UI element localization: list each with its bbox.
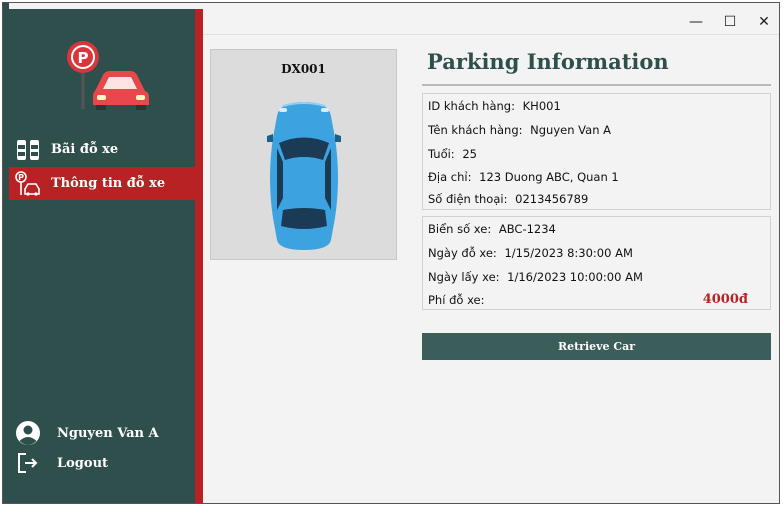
minimize-button[interactable]: — (679, 9, 713, 35)
customer-info-panel: ID khách hàng: KH001 Tên khách hàng: Ngu… (422, 93, 771, 210)
pickup-date-value: 1/16/2023 10:00:00 AM (507, 270, 643, 284)
customer-address-row: Địa chỉ: 123 Duong ABC, Quan 1 (428, 170, 619, 184)
main-content: DX001 Parking Information ID khách hàng:… (203, 35, 779, 503)
parking-info-panel: Biển số xe: ABC-1234 Ngày đỗ xe: 1/15/20… (422, 216, 771, 310)
sidebar: P Bãi đỗ xe P Thông tin đỗ xe Nguyen Van… (9, 9, 195, 503)
logout-button[interactable]: Logout (13, 449, 193, 477)
plate-row: Biển số xe: ABC-1234 (428, 222, 556, 236)
title-divider (422, 84, 771, 86)
page-title: Parking Information (427, 49, 669, 74)
svg-text:P: P (18, 173, 24, 182)
fee-label: Phí đỗ xe: (428, 293, 485, 307)
customer-id-value: KH001 (522, 99, 561, 113)
park-date-row: Ngày đỗ xe: 1/15/2023 8:30:00 AM (428, 246, 633, 260)
park-date-value: 1/15/2023 8:30:00 AM (504, 246, 633, 260)
car-id: DX001 (281, 62, 326, 76)
customer-age-value: 25 (462, 147, 477, 161)
svg-text:P: P (78, 49, 89, 67)
customer-address-label: Địa chỉ: (428, 170, 472, 184)
customer-address-value: 123 Duong ABC, Quan 1 (479, 170, 619, 184)
sidebar-item-label: Thông tin đỗ xe (51, 176, 166, 191)
user-avatar-icon (13, 419, 43, 447)
customer-age-row: Tuổi: 25 (428, 147, 477, 161)
sidebar-item-label: Bãi đỗ xe (51, 142, 119, 157)
pickup-date-label: Ngày lấy xe: (428, 270, 500, 284)
customer-id-label: ID khách hàng: (428, 99, 515, 113)
logout-icon (13, 449, 43, 477)
car-top-view-image (257, 98, 351, 257)
park-date-label: Ngày đỗ xe: (428, 246, 497, 260)
fee-value: 4000đ (702, 292, 748, 307)
customer-age-label: Tuổi: (428, 147, 455, 161)
plate-label: Biển số xe: (428, 222, 492, 236)
customer-name-value: Nguyen Van A (530, 123, 612, 137)
customer-phone-value: 0213456789 (515, 192, 589, 206)
retrieve-car-button[interactable]: Retrieve Car (422, 333, 771, 360)
customer-phone-row: Số điện thoại: 0213456789 (428, 192, 588, 206)
plate-value: ABC-1234 (498, 222, 556, 236)
logout-label: Logout (57, 455, 109, 471)
app-window: P Bãi đỗ xe P Thông tin đỗ xe Nguyen Van… (2, 2, 780, 504)
user-profile[interactable]: Nguyen Van A (13, 419, 193, 447)
customer-phone-label: Số điện thoại: (428, 192, 508, 206)
close-button[interactable]: ✕ (747, 9, 779, 35)
sidebar-accent-border (195, 9, 203, 503)
title-bar: — ☐ ✕ (203, 9, 779, 35)
customer-name-row: Tên khách hàng: Nguyen Van A (428, 123, 611, 137)
parking-info-icon: P (15, 170, 41, 197)
customer-name-label: Tên khách hàng: (428, 123, 523, 137)
parking-logo: P (63, 39, 153, 114)
pickup-date-row: Ngày lấy xe: 1/16/2023 10:00:00 AM (428, 270, 643, 284)
car-card: DX001 (210, 49, 397, 260)
user-name: Nguyen Van A (57, 425, 159, 441)
parking-lot-icon (15, 137, 41, 163)
maximize-button[interactable]: ☐ (713, 9, 747, 35)
sidebar-item-parking-info[interactable]: P Thông tin đỗ xe (9, 167, 195, 200)
fee-row: Phí đỗ xe: (428, 293, 488, 307)
customer-id-row: ID khách hàng: KH001 (428, 99, 561, 113)
sidebar-item-parking-lot[interactable]: Bãi đỗ xe (9, 133, 195, 166)
